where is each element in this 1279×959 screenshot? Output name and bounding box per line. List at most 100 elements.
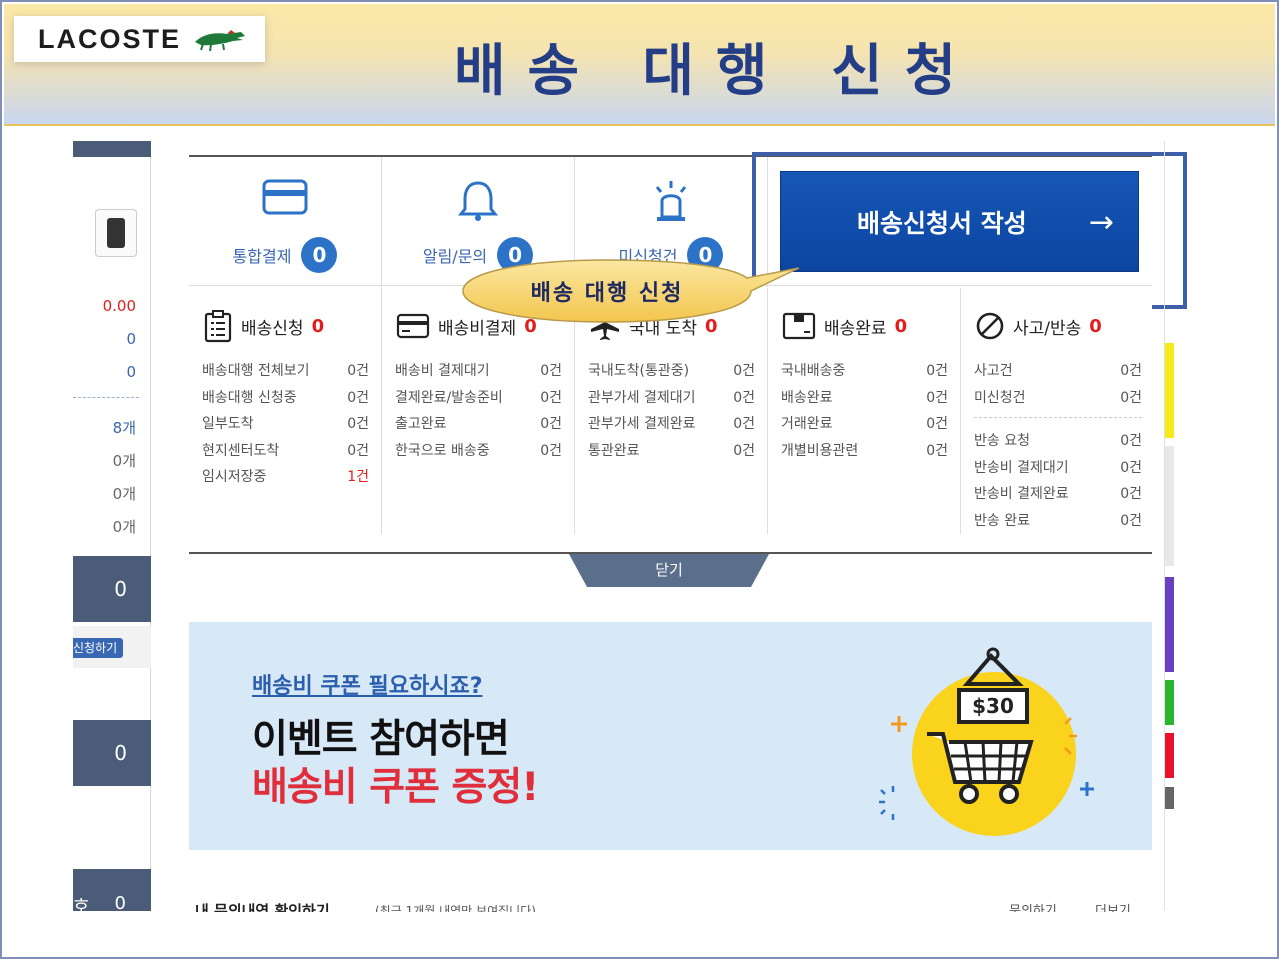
section-accident-return: 사고/반송 0 사고건 0건 미신청건 0건 반송 요청 0건 반송비 결제대기 0건 … — [961, 288, 1154, 534]
row-value: 0건 — [540, 442, 562, 459]
crocodile-icon — [195, 30, 246, 52]
right-strip — [1165, 733, 1174, 778]
list-item[interactable]: 개별비용관련 0건 — [781, 438, 948, 465]
row-label: 임시저장중 — [202, 469, 267, 485]
more-link[interactable]: 더보기 — [1095, 900, 1131, 912]
row-value: 0건 — [733, 389, 755, 406]
row-value: 0건 — [347, 416, 369, 432]
section-count: 0 — [1089, 315, 1102, 337]
right-strip — [1165, 787, 1174, 809]
row-label: 한국으로 배송중 — [395, 442, 490, 459]
section-title: 사고/반송 — [1013, 318, 1082, 339]
list-item[interactable]: 반송비 결제완료 0건 — [974, 481, 1142, 508]
prohibited-icon — [976, 312, 1004, 340]
inquiry-row: 내 문의내역 확인하기 (최근 1개월 내역만 보여집니다) 문의하기 더보기 — [189, 900, 1152, 912]
list-item[interactable]: 배송대행 전체보기 0건 — [202, 358, 369, 385]
row-value: 0건 — [1120, 459, 1142, 476]
row-value: 0건 — [540, 389, 562, 406]
row-label: 배송대행 전체보기 — [202, 363, 310, 379]
row-label: 배송완료 — [781, 389, 833, 406]
list-item[interactable]: 출고완료 0건 — [395, 411, 562, 438]
balance-value: 0.00 — [102, 297, 136, 315]
list-item[interactable]: 사고건 0건 — [974, 358, 1142, 385]
row-value: 0건 — [926, 416, 948, 432]
count-badge: 0 — [301, 237, 338, 273]
row-label: 반송 요청 — [974, 433, 1030, 449]
list-item[interactable]: 배송완료 0건 — [781, 385, 948, 412]
count-box[interactable]: 0 — [73, 556, 151, 622]
section-shipping-request: 배송신청 0 배송대행 전체보기 0건 배송대행 신청중 0건 일부도착 0건 현지센… — [189, 288, 382, 534]
inquire-link[interactable]: 문의하기 — [1009, 900, 1057, 912]
inquiry-title: 내 문의내역 확인하기 — [195, 902, 330, 912]
row-label: 거래완료 — [781, 416, 833, 432]
row-value: 0건 — [1120, 389, 1142, 406]
section-title: 배송신청 — [241, 318, 304, 339]
right-strip — [1165, 680, 1174, 725]
row-value: 0건 — [733, 363, 755, 379]
left-sidebar-topbar — [73, 141, 151, 157]
banner-line2: 배송비 쿠폰 증정! — [252, 765, 539, 810]
row-label: 배송대행 신청중 — [202, 389, 297, 406]
page-title: 배송 대행 신청 — [454, 39, 979, 104]
list-item[interactable]: 결제완료/발송준비 0건 — [395, 385, 562, 412]
item-count: 0개 — [112, 518, 136, 536]
row-value: 0건 — [1120, 433, 1142, 449]
list-item[interactable]: 국내도착(통관중) 0건 — [588, 358, 755, 385]
right-strip — [1165, 343, 1174, 438]
callout-bubble: 배송 대행 신청 — [461, 258, 800, 324]
row-label: 국내도착(통관중) — [588, 363, 690, 379]
list-item[interactable]: 관부가세 결제대기 0건 — [588, 385, 755, 412]
list-item[interactable]: 국내배송중 0건 — [781, 358, 948, 385]
left-sidebar: 0.00 0 0 8개 0개 0개 0개 0 신청하기 0 호 0 — [73, 141, 151, 918]
phone-icon[interactable] — [95, 209, 137, 257]
list-item[interactable]: 반송 요청 0건 — [974, 428, 1142, 455]
row-label: 미신청건 — [974, 389, 1026, 406]
inquiry-note: (최근 1개월 내역만 보여집니다) — [375, 904, 536, 912]
list-item[interactable]: 임시저장중 1건 — [202, 464, 369, 491]
close-button[interactable]: 닫기 — [569, 559, 769, 580]
row-value: 0건 — [926, 389, 948, 406]
shopping-cart-icon: $30 — [879, 647, 1094, 836]
list-item[interactable]: 미신청건 0건 — [974, 385, 1142, 412]
list-item[interactable]: 배송비 결제대기 0건 — [395, 358, 562, 385]
coupon-banner[interactable]: 배송비 쿠폰 필요하시죠? 이벤트 참여하면 배송비 쿠폰 증정! $30 — [189, 622, 1152, 850]
callout-text: 배송 대행 신청 — [530, 281, 684, 306]
row-value: 0건 — [540, 363, 562, 379]
right-strip — [1165, 577, 1174, 672]
card-payment[interactable]: 통합결제 0 — [189, 157, 382, 287]
count-box[interactable]: 0 — [73, 720, 151, 786]
row-value: 0건 — [347, 363, 369, 379]
banner-subtitle: 배송비 쿠폰 필요하시죠? — [252, 674, 483, 699]
header: LACOSTE 배송 대행 신청 — [4, 4, 1275, 126]
row-label: 현지센터도착 — [202, 442, 280, 459]
right-strip — [1165, 446, 1174, 566]
row-value: 0건 — [347, 389, 369, 406]
row-value: 0건 — [347, 442, 369, 459]
list-item[interactable]: 배송대행 신청중 0건 — [202, 385, 369, 412]
card-icon — [396, 313, 430, 339]
row-value: 0건 — [540, 416, 562, 432]
bottom-count: 0 — [114, 893, 126, 914]
row-label: 결제완료/발송준비 — [395, 389, 503, 406]
section-title: 배송완료 — [824, 318, 887, 339]
list-item[interactable]: 한국으로 배송중 0건 — [395, 438, 562, 465]
item-count: 0개 — [112, 485, 136, 503]
list-item[interactable]: 관부가세 결제완료 0건 — [588, 411, 755, 438]
item-count: 0개 — [112, 452, 136, 470]
list-item[interactable]: 통관완료 0건 — [588, 438, 755, 465]
list-item[interactable]: 현지센터도착 0건 — [202, 438, 369, 465]
bottom-label: 호 — [73, 897, 90, 918]
divider — [974, 417, 1142, 418]
row-value: 1건 — [347, 469, 369, 485]
divider — [73, 397, 139, 398]
brand-name: LACOSTE — [38, 23, 182, 54]
list-item[interactable]: 반송 완료 0건 — [974, 508, 1142, 535]
row-label: 반송비 결제완료 — [974, 486, 1069, 502]
list-item[interactable]: 반송비 결제대기 0건 — [974, 455, 1142, 482]
list-item[interactable]: 일부도착 0건 — [202, 411, 369, 438]
apply-link[interactable]: 신청하기 — [73, 638, 123, 658]
clipboard-icon — [204, 310, 232, 343]
list-item[interactable]: 거래완료 0건 — [781, 411, 948, 438]
section-count: 0 — [311, 315, 325, 337]
section-count: 0 — [894, 315, 908, 337]
